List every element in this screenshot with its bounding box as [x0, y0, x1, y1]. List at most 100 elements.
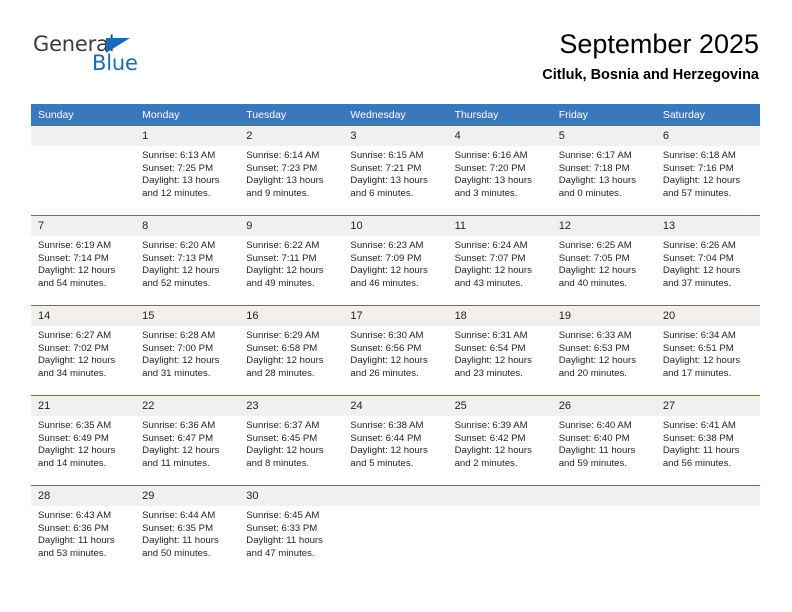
day-number: 1	[135, 126, 240, 146]
calendar-day-cell[interactable]: 6 Sunrise: 6:18 AM Sunset: 7:16 PM Daylight…	[655, 126, 760, 216]
calendar-day-cell[interactable]: 30 Sunrise: 6:45 AM Sunset: 6:33 PM Dayligh…	[239, 485, 344, 575]
daylight-duration-line1: Daylight: 12 hours	[662, 355, 741, 367]
calendar-day-cell[interactable]: 20 Sunrise: 6:34 AM Sunset: 6:51 PM Dayligh…	[655, 305, 760, 396]
day-number: 12	[551, 216, 656, 236]
sunrise-time: Sunrise: 6:15 AM	[350, 150, 424, 161]
calendar-day-cell[interactable]: 1 Sunrise: 6:13 AM Sunset: 7:25 PM Daylight…	[135, 126, 240, 216]
calendar-day-cell[interactable]: 4 Sunrise: 6:16 AM Sunset: 7:20 PM Daylight…	[447, 126, 552, 216]
sunset-time: Sunset: 7:20 PM	[454, 162, 526, 174]
day-number: 19	[551, 306, 656, 326]
calendar-day-cell[interactable]: 5 Sunrise: 6:17 AM Sunset: 7:18 PM Daylight…	[551, 126, 656, 216]
day-number: 30	[239, 486, 344, 506]
calendar-week-row: 7 Sunrise: 6:19 AM Sunset: 7:14 PM Daylight…	[31, 215, 760, 306]
calendar-day-cell[interactable]: 17 Sunrise: 6:30 AM Sunset: 6:56 PM Dayligh…	[343, 305, 448, 396]
calendar-day-cell[interactable]: 27 Sunrise: 6:41 AM Sunset: 6:38 PM Dayligh…	[655, 395, 760, 486]
daylight-duration-line1: Daylight: 12 hours	[38, 265, 116, 277]
sunset-time: Sunset: 6:53 PM	[558, 342, 630, 354]
sunset-time: Sunset: 7:11 PM	[246, 252, 317, 264]
logo-text-blue: Blue	[92, 51, 138, 75]
calendar-day-cell[interactable]: 2 Sunrise: 6:14 AM Sunset: 7:23 PM Daylight…	[239, 126, 344, 216]
sunrise-time: Sunrise: 6:14 AM	[246, 150, 320, 161]
daylight-duration-line2: and 23 minutes.	[454, 367, 523, 379]
calendar-cell-empty	[551, 485, 656, 575]
sunrise-time: Sunrise: 6:34 AM	[662, 330, 736, 341]
calendar-day-cell[interactable]: 22 Sunrise: 6:36 AM Sunset: 6:47 PM Dayligh…	[135, 395, 240, 486]
calendar-day-cell[interactable]: 15 Sunrise: 6:28 AM Sunset: 7:00 PM Dayligh…	[135, 305, 240, 396]
daylight-duration-line1: Daylight: 12 hours	[246, 265, 324, 277]
calendar-day-cell[interactable]: 9 Sunrise: 6:22 AM Sunset: 7:11 PM Daylight…	[239, 215, 344, 306]
sunrise-time: Sunrise: 6:43 AM	[38, 510, 112, 521]
daylight-duration-line1: Daylight: 13 hours	[142, 175, 220, 187]
daylight-duration-line2: and 40 minutes.	[558, 277, 627, 289]
daylight-duration-line2: and 20 minutes.	[558, 367, 627, 379]
calendar-day-cell[interactable]: 3 Sunrise: 6:15 AM Sunset: 7:21 PM Daylight…	[343, 126, 448, 216]
daylight-duration-line1: Daylight: 11 hours	[38, 535, 115, 547]
sunrise-time: Sunrise: 6:26 AM	[662, 240, 736, 251]
sunrise-time: Sunrise: 6:44 AM	[142, 510, 216, 521]
sunrise-time: Sunrise: 6:17 AM	[558, 150, 632, 161]
day-details: Sunrise: 6:16 AM Sunset: 7:20 PM Daylight:…	[448, 146, 552, 200]
calendar-day-cell[interactable]: 19 Sunrise: 6:33 AM Sunset: 6:53 PM Dayligh…	[551, 305, 656, 396]
daylight-duration-line1: Daylight: 12 hours	[558, 265, 637, 277]
sunset-time: Sunset: 6:42 PM	[454, 432, 526, 444]
day-number: 28	[31, 486, 136, 506]
calendar-day-cell[interactable]: 12 Sunrise: 6:25 AM Sunset: 7:05 PM Dayligh…	[551, 215, 656, 306]
calendar-day-cell[interactable]: 14 Sunrise: 6:27 AM Sunset: 7:02 PM Dayligh…	[31, 305, 136, 396]
weekday-header-tuesday: Tuesday	[239, 104, 344, 126]
calendar-day-cell[interactable]: 28 Sunrise: 6:43 AM Sunset: 6:36 PM Dayligh…	[31, 485, 136, 575]
day-number: 21	[31, 396, 136, 416]
daylight-duration-line2: and 14 minutes.	[38, 457, 107, 469]
calendar-day-cell[interactable]: 26 Sunrise: 6:40 AM Sunset: 6:40 PM Dayligh…	[551, 395, 656, 486]
calendar-day-cell[interactable]: 24 Sunrise: 6:38 AM Sunset: 6:44 PM Dayligh…	[343, 395, 448, 486]
sunset-time: Sunset: 6:36 PM	[38, 522, 109, 534]
day-number	[551, 486, 656, 506]
calendar-day-cell[interactable]: 13 Sunrise: 6:26 AM Sunset: 7:04 PM Dayligh…	[655, 215, 760, 306]
day-details: Sunrise: 6:14 AM Sunset: 7:23 PM Daylight:…	[239, 146, 343, 200]
calendar-day-cell[interactable]: 8 Sunrise: 6:20 AM Sunset: 7:13 PM Daylight…	[135, 215, 240, 306]
calendar-day-cell[interactable]: 21 Sunrise: 6:35 AM Sunset: 6:49 PM Dayligh…	[31, 395, 136, 486]
sunrise-time: Sunrise: 6:28 AM	[142, 330, 216, 341]
calendar-day-cell[interactable]: 16 Sunrise: 6:29 AM Sunset: 6:58 PM Dayligh…	[239, 305, 344, 396]
day-number: 18	[447, 306, 552, 326]
calendar-day-cell[interactable]: 23 Sunrise: 6:37 AM Sunset: 6:45 PM Dayligh…	[239, 395, 344, 486]
calendar-week-row: 28 Sunrise: 6:43 AM Sunset: 6:36 PM Dayligh…	[31, 485, 760, 575]
day-details: Sunrise: 6:40 AM Sunset: 6:40 PM Daylight:…	[552, 416, 656, 470]
page-subtitle-location: Citluk, Bosnia and Herzegovina	[542, 66, 759, 83]
daylight-duration-line2: and 31 minutes.	[142, 367, 211, 379]
day-details: Sunrise: 6:26 AM Sunset: 7:04 PM Daylight:…	[656, 236, 760, 290]
day-details: Sunrise: 6:18 AM Sunset: 7:16 PM Daylight:…	[656, 146, 760, 200]
day-number: 24	[343, 396, 448, 416]
calendar-day-cell[interactable]: 29 Sunrise: 6:44 AM Sunset: 6:35 PM Dayligh…	[135, 485, 240, 575]
daylight-duration-line1: Daylight: 11 hours	[558, 445, 636, 457]
day-number: 9	[239, 216, 344, 236]
day-details: Sunrise: 6:22 AM Sunset: 7:11 PM Daylight:…	[239, 236, 343, 290]
daylight-duration-line1: Daylight: 12 hours	[454, 445, 532, 457]
page-title: September 2025	[559, 29, 759, 59]
day-number: 23	[239, 396, 344, 416]
sunset-time: Sunset: 7:02 PM	[38, 342, 109, 354]
day-details: Sunrise: 6:31 AM Sunset: 6:54 PM Daylight:…	[448, 326, 552, 380]
day-number: 2	[239, 126, 344, 146]
calendar-day-cell[interactable]: 10 Sunrise: 6:23 AM Sunset: 7:09 PM Dayligh…	[343, 215, 448, 306]
daylight-duration-line1: Daylight: 12 hours	[350, 265, 428, 277]
calendar-day-cell[interactable]: 18 Sunrise: 6:31 AM Sunset: 6:54 PM Dayligh…	[447, 305, 552, 396]
daylight-duration-line2: and 52 minutes.	[142, 277, 211, 289]
calendar-cell-empty	[447, 485, 552, 575]
daylight-duration-line2: and 8 minutes.	[246, 457, 310, 469]
calendar-week-row: 1 Sunrise: 6:13 AM Sunset: 7:25 PM Daylight…	[31, 126, 760, 216]
daylight-duration-line1: Daylight: 11 hours	[662, 445, 740, 457]
sunrise-time: Sunrise: 6:40 AM	[558, 420, 632, 431]
calendar-day-cell[interactable]: 11 Sunrise: 6:24 AM Sunset: 7:07 PM Dayligh…	[447, 215, 552, 306]
daylight-duration-line2: and 37 minutes.	[662, 277, 732, 289]
day-number: 5	[551, 126, 656, 146]
calendar-week-row: 14 Sunrise: 6:27 AM Sunset: 7:02 PM Dayligh…	[31, 305, 760, 396]
daylight-duration-line2: and 54 minutes.	[38, 277, 107, 289]
calendar-day-cell[interactable]: 25 Sunrise: 6:39 AM Sunset: 6:42 PM Dayligh…	[447, 395, 552, 486]
daylight-duration-line1: Daylight: 11 hours	[246, 535, 323, 547]
general-blue-logo[interactable]: General Blue	[33, 34, 203, 84]
sunset-time: Sunset: 7:13 PM	[142, 252, 214, 264]
day-number: 27	[655, 396, 760, 416]
daylight-duration-line1: Daylight: 12 hours	[454, 355, 532, 367]
calendar-day-cell[interactable]: 7 Sunrise: 6:19 AM Sunset: 7:14 PM Daylight…	[31, 215, 136, 306]
day-details: Sunrise: 6:29 AM Sunset: 6:58 PM Daylight:…	[239, 326, 343, 380]
